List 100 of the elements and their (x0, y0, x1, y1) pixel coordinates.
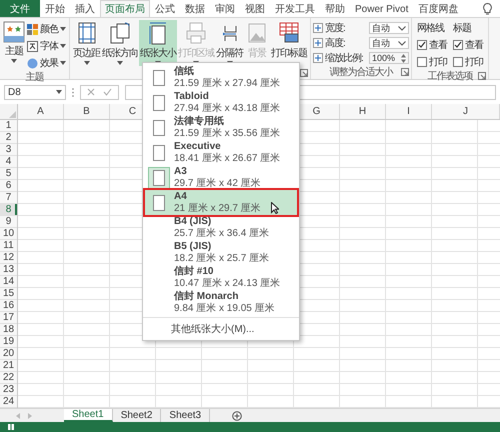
paper-size-item[interactable]: B5 (JIS) 18.2 厘米 x 25.7 厘米 (145, 240, 297, 265)
ribbon-tab[interactable]: 开发工具 (270, 0, 320, 17)
paper-dimensions: 21.59 厘米 x 35.56 厘米 (174, 128, 280, 140)
cancel-icon[interactable] (87, 88, 95, 96)
row-header[interactable]: 18 (0, 324, 17, 336)
lightbulb-icon[interactable] (483, 2, 492, 14)
row-header[interactable]: 6 (0, 180, 17, 192)
caret-icon (60, 44, 66, 48)
paper-size-item[interactable]: A3 29.7 厘米 x 42 厘米 (145, 165, 297, 190)
row-header[interactable]: 8 (0, 204, 17, 216)
corner-triangle-icon (9, 111, 16, 118)
checkbox-label[interactable]: 打印 (453, 55, 483, 69)
paper-dimensions: 21.59 厘米 x 27.94 厘米 (174, 78, 280, 90)
file-tab[interactable]: 文件 (0, 0, 40, 17)
paper-size-item[interactable]: 信纸 21.59 厘米 x 27.94 厘米 (145, 65, 297, 90)
row-header[interactable]: 16 (0, 300, 17, 312)
ribbon-tab[interactable]: 公式 (150, 0, 180, 17)
row-header[interactable]: 1 (0, 120, 17, 132)
row-header[interactable]: 12 (0, 252, 17, 264)
row-header[interactable]: 20 (0, 348, 17, 360)
checkbox-label[interactable]: 打印 (417, 55, 447, 69)
paper-name: Executive (174, 140, 221, 152)
caret-icon (84, 61, 90, 65)
theme-option-button[interactable]: 颜色 (26, 21, 67, 36)
paper-name: 信纸 (174, 66, 194, 78)
dialog-launcher-icon[interactable] (478, 72, 486, 80)
row-header[interactable]: 21 (0, 360, 17, 372)
checkbox[interactable] (417, 40, 427, 50)
checkbox[interactable] (453, 40, 463, 50)
print-titles-icon (277, 21, 301, 45)
paper-name: Tabloid (174, 90, 209, 102)
row-header[interactable]: 15 (0, 288, 17, 300)
paper-size-item[interactable]: 信封 Monarch 9.84 厘米 x 19.05 厘米 (145, 290, 297, 315)
ribbon-tab[interactable]: 数据 (180, 0, 210, 17)
scale-field[interactable]: 100% (369, 52, 409, 64)
ribbon-tab[interactable]: 视图 (240, 0, 270, 17)
more-paper-sizes-item[interactable]: 其他纸张大小(M)... (171, 324, 254, 335)
checkbox-label[interactable]: 查看 (453, 38, 483, 52)
sheet-tab[interactable]: Sheet1 (64, 409, 113, 422)
ribbon-tab[interactable]: 审阅 (210, 0, 240, 17)
name-box[interactable]: D8 (4, 84, 66, 100)
chevron-icon (398, 40, 406, 46)
height-icon (313, 38, 323, 48)
group-label: 工作表选项 (428, 70, 472, 83)
field-label: 缩放比例: (325, 52, 364, 65)
row-header[interactable]: 14 (0, 276, 17, 288)
paper-size-item[interactable]: A4 21 厘米 x 29.7 厘米 (145, 190, 297, 215)
ribbon-tab[interactable]: 帮助 (320, 0, 350, 17)
caret-icon (11, 59, 17, 63)
checkbox[interactable] (453, 57, 463, 67)
ribbon-button[interactable]: 纸张方向 (101, 20, 139, 66)
themes-button[interactable]: 主题 (2, 20, 26, 70)
paper-dimensions: 9.84 厘米 x 19.05 厘米 (174, 302, 275, 314)
dropdown-field[interactable]: 自动 (369, 22, 409, 34)
ribbon-button[interactable]: 分隔符 (215, 20, 244, 66)
check-icon[interactable] (103, 88, 112, 96)
paper-size-item[interactable]: Executive 18.41 厘米 x 26.67 厘米 (145, 140, 297, 165)
row-header[interactable]: 3 (0, 144, 17, 156)
dialog-launcher-icon[interactable] (401, 68, 409, 76)
ribbon-tab[interactable]: 百度网盘 (413, 0, 464, 17)
row-header[interactable]: 19 (0, 336, 17, 348)
column-header[interactable]: J (432, 104, 500, 119)
printer-icon (184, 21, 208, 45)
paper-size-item[interactable]: B4 (JIS) 25.7 厘米 x 36.4 厘米 (145, 215, 297, 240)
column-header[interactable]: H (340, 104, 386, 119)
option-heading: 网格线 (417, 22, 446, 35)
checkbox-label[interactable]: 查看 (417, 38, 447, 52)
ribbon-button[interactable]: 页边距 (72, 20, 101, 66)
row-header[interactable]: 10 (0, 228, 17, 240)
ribbon-tab[interactable]: 页面布局 (100, 0, 150, 17)
column-header[interactable]: I (386, 104, 432, 119)
row-header[interactable]: 22 (0, 372, 17, 384)
add-sheet-icon[interactable] (232, 410, 242, 420)
paper-dimensions: 27.94 厘米 x 43.18 厘米 (174, 102, 280, 114)
column-header[interactable]: A (18, 104, 64, 119)
paper-size-item[interactable]: 信封 #10 10.47 厘米 x 24.13 厘米 (145, 265, 297, 290)
row-header[interactable]: 13 (0, 264, 17, 276)
row-header[interactable]: 17 (0, 312, 17, 324)
spinner-arrows-icon[interactable] (401, 54, 406, 62)
row-header[interactable]: 9 (0, 216, 17, 228)
row-header[interactable]: 4 (0, 156, 17, 168)
ribbon-button[interactable]: 纸张大小 (139, 20, 177, 66)
group-label: 主题 (26, 70, 44, 84)
paper-dimensions: 18.2 厘米 x 25.7 厘米 (174, 252, 270, 264)
dialog-launcher-icon[interactable] (300, 68, 308, 76)
row-header[interactable]: 2 (0, 132, 17, 144)
checkbox[interactable] (417, 57, 427, 67)
ribbon-tab[interactable]: 开始 (40, 0, 70, 17)
row-header[interactable]: 23 (0, 384, 17, 396)
option-heading: 标题 (453, 22, 472, 35)
theme-option-button[interactable]: 字体 (26, 38, 67, 53)
row-header[interactable]: 11 (0, 240, 17, 252)
ribbon-tab[interactable]: Power Pivot (350, 0, 414, 17)
dropdown-field[interactable]: 自动 (369, 37, 409, 49)
ribbon-tab[interactable]: 插入 (70, 0, 100, 17)
row-header[interactable]: 5 (0, 168, 17, 180)
width-icon (313, 23, 323, 33)
theme-option-button[interactable]: 效果 (26, 55, 67, 70)
paper-dimensions: 18.41 厘米 x 26.67 厘米 (174, 152, 280, 164)
column-header[interactable]: B (64, 104, 110, 119)
